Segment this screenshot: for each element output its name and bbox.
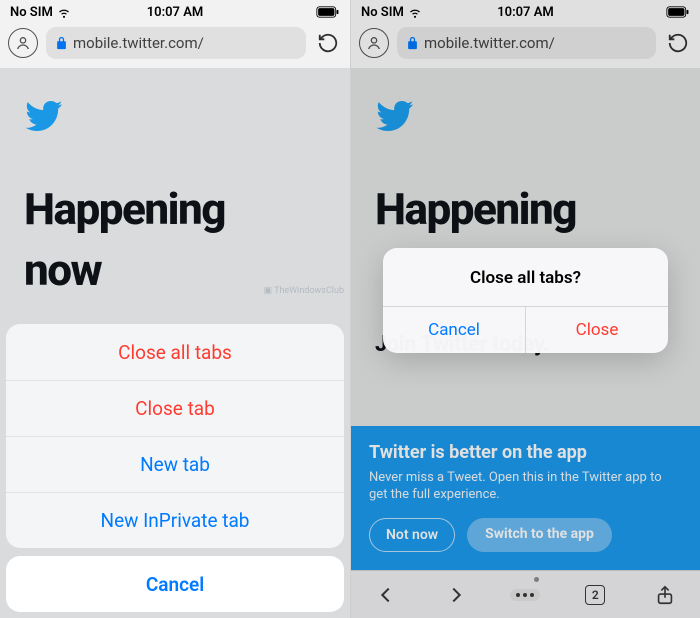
alert-close-button[interactable]: Close — [525, 307, 668, 353]
left-screenshot: No SIM 10:07 AM mobile.twitter.com/ — [0, 0, 350, 618]
action-sheet-cancel-button[interactable]: Cancel — [6, 556, 344, 612]
right-screenshot: No SIM 10:07 AM mobile.twitter.com/ — [350, 0, 700, 618]
watermark: ▣TheWindowsClub — [264, 286, 344, 296]
new-tab-action[interactable]: New tab — [6, 436, 344, 492]
confirm-alert: Close all tabs? Cancel Close — [383, 248, 668, 353]
alert-title: Close all tabs? — [383, 248, 668, 306]
alert-cancel-button[interactable]: Cancel — [383, 307, 525, 353]
close-tab-action[interactable]: Close tab — [6, 380, 344, 436]
action-sheet: Close all tabs Close tab New tab New InP… — [6, 324, 344, 612]
close-all-tabs-action[interactable]: Close all tabs — [6, 324, 344, 380]
action-sheet-group: Close all tabs Close tab New tab New InP… — [6, 324, 344, 548]
new-inprivate-tab-action[interactable]: New InPrivate tab — [6, 492, 344, 548]
